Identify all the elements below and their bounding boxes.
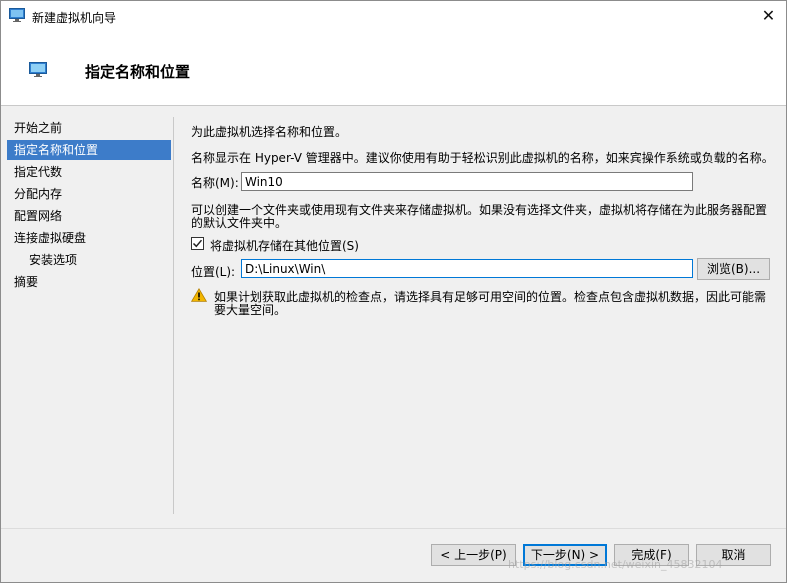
location-label: 位置(L): (191, 265, 236, 279)
footer-divider (1, 528, 786, 529)
window-title: 新建虚拟机向导 (32, 11, 117, 25)
close-icon: ✕ (761, 6, 776, 25)
browse-button[interactable]: 浏览(B)... (697, 258, 770, 280)
title-bar: 新建虚拟机向导 ✕ (1, 1, 786, 32)
folder-hint-line2: 的默认文件夹中。 (191, 216, 288, 230)
name-hint-text: 名称显示在 Hyper-V 管理器中。建议你使用有助于轻松识别此虚拟机的名称，如… (191, 151, 774, 165)
check-icon (192, 239, 203, 248)
nav-item-network[interactable]: 配置网络 (7, 206, 171, 226)
nav-item-memory[interactable]: 分配内存 (7, 184, 171, 204)
warning-line2: 要大量空间。 (214, 303, 287, 317)
nav-item-install-options[interactable]: 安装选项 (7, 250, 171, 270)
intro-text: 为此虚拟机选择名称和位置。 (191, 125, 348, 139)
sidebar-divider (173, 117, 174, 514)
nav-item-generation[interactable]: 指定代数 (7, 162, 171, 182)
previous-button[interactable]: < 上一步(P) (431, 544, 516, 566)
wizard-window: 新建虚拟机向导 ✕ 指定名称和位置 开始之前 指定名称和位置 指定代数 分配内存… (0, 0, 787, 583)
name-label: 名称(M): (191, 176, 239, 190)
store-elsewhere-checkbox[interactable] (191, 237, 204, 250)
page-title: 指定名称和位置 (85, 63, 191, 81)
warning-icon (191, 288, 207, 302)
wizard-header: 指定名称和位置 (1, 32, 786, 106)
store-elsewhere-label[interactable]: 将虚拟机存储在其他位置(S) (210, 237, 359, 254)
nav-item-before-you-begin[interactable]: 开始之前 (7, 118, 171, 138)
warning-line1: 如果计划获取此虚拟机的检查点，请选择具有足够可用空间的位置。检查点包含虚拟机数据… (214, 290, 767, 304)
nav-item-name-and-location[interactable]: 指定名称和位置 (7, 140, 171, 160)
location-input[interactable] (241, 259, 693, 278)
watermark-text: https://blog.csdn.net/weixin_45832104 (508, 558, 723, 571)
close-button[interactable]: ✕ (751, 1, 786, 32)
nav-item-summary[interactable]: 摘要 (7, 272, 171, 292)
monitor-icon (29, 62, 47, 77)
monitor-icon (9, 8, 25, 22)
nav-item-virtual-disk[interactable]: 连接虚拟硬盘 (7, 228, 171, 248)
name-input[interactable] (241, 172, 693, 191)
